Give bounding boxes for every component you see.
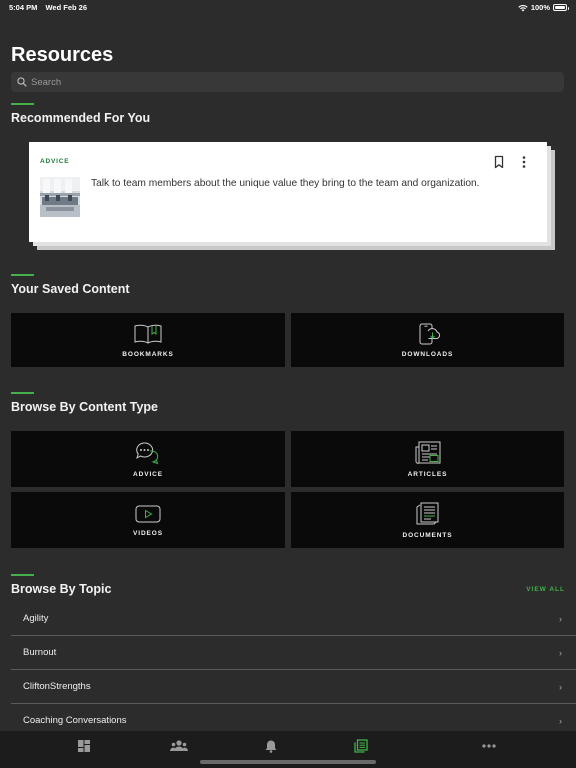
resources-icon[interactable]	[354, 739, 368, 753]
search-bar[interactable]	[11, 72, 564, 92]
status-date: Wed Feb 26	[45, 3, 87, 12]
newspaper-icon	[415, 441, 440, 464]
topic-list: Agility › Burnout › CliftonStrengths › C…	[11, 602, 576, 738]
download-device-icon	[419, 323, 440, 344]
team-icon[interactable]	[170, 739, 188, 753]
search-input[interactable]	[31, 76, 531, 88]
recommended-title: Recommended For You	[11, 111, 151, 125]
dashboard-icon[interactable]	[77, 739, 91, 753]
section-accent-saved	[11, 274, 34, 276]
documents-icon	[416, 502, 438, 524]
battery-percent: 100%	[530, 3, 550, 12]
saved-title: Your Saved Content	[11, 282, 130, 296]
bookmark-icon[interactable]	[493, 155, 505, 169]
page-title: Resources	[11, 44, 114, 66]
home-indicator	[200, 760, 376, 764]
section-accent-recommended	[11, 103, 34, 105]
topic-item-burnout[interactable]: Burnout ›	[11, 636, 576, 670]
book-icon	[134, 324, 162, 344]
battery-icon	[553, 4, 569, 11]
chevron-right-icon: ›	[559, 715, 562, 726]
more-vertical-icon[interactable]	[518, 155, 530, 169]
topic-label: CliftonStrengths	[23, 681, 91, 692]
topic-label: Burnout	[23, 647, 57, 658]
more-icon[interactable]	[481, 739, 497, 753]
card-thumbnail-image	[40, 177, 80, 217]
advice-tile[interactable]: ADVICE	[11, 431, 285, 487]
tile-label-advice: ADVICE	[133, 470, 163, 478]
status-bar: 5:04 PM Wed Feb 26 100%	[0, 0, 576, 16]
chat-bubbles-icon	[136, 441, 159, 464]
bookmarks-tile[interactable]: BOOKMARKS	[11, 313, 285, 367]
tile-label-bookmarks: BOOKMARKS	[122, 350, 174, 358]
tile-label-articles: ARTICLES	[407, 470, 448, 478]
chevron-right-icon: ›	[559, 647, 562, 658]
tile-label-videos: VIDEOS	[133, 529, 163, 537]
topic-label: Coaching Conversations	[23, 715, 127, 726]
card-text: Talk to team members about the unique va…	[91, 178, 480, 189]
documents-tile[interactable]: DOCUMENTS	[291, 492, 564, 548]
chevron-right-icon: ›	[559, 681, 562, 692]
card-tag: ADVICE	[40, 158, 70, 165]
tile-label-documents: DOCUMENTS	[402, 531, 453, 539]
section-accent-topics	[11, 574, 34, 576]
topics-title: Browse By Topic	[11, 582, 112, 596]
downloads-tile[interactable]: DOWNLOADS	[291, 313, 564, 367]
search-icon	[17, 77, 27, 87]
bell-icon[interactable]	[264, 739, 278, 753]
articles-tile[interactable]: ARTICLES	[291, 431, 564, 487]
videos-tile[interactable]: VIDEOS	[11, 492, 285, 548]
tile-label-downloads: DOWNLOADS	[401, 350, 454, 358]
topic-item-agility[interactable]: Agility ›	[11, 602, 576, 636]
content-type-title: Browse By Content Type	[11, 400, 159, 414]
chevron-right-icon: ›	[559, 613, 562, 624]
play-icon	[135, 505, 161, 522]
topic-item-cliftonstrengths[interactable]: CliftonStrengths ›	[11, 670, 576, 704]
section-accent-content-type	[11, 392, 34, 394]
topic-label: Agility	[23, 613, 49, 624]
recommended-card[interactable]: ADVICE Talk to team members about the un…	[29, 142, 547, 242]
status-time: 5:04 PM	[9, 3, 38, 12]
wifi-icon	[518, 4, 528, 11]
view-all-link[interactable]: VIEW ALL	[526, 586, 565, 593]
